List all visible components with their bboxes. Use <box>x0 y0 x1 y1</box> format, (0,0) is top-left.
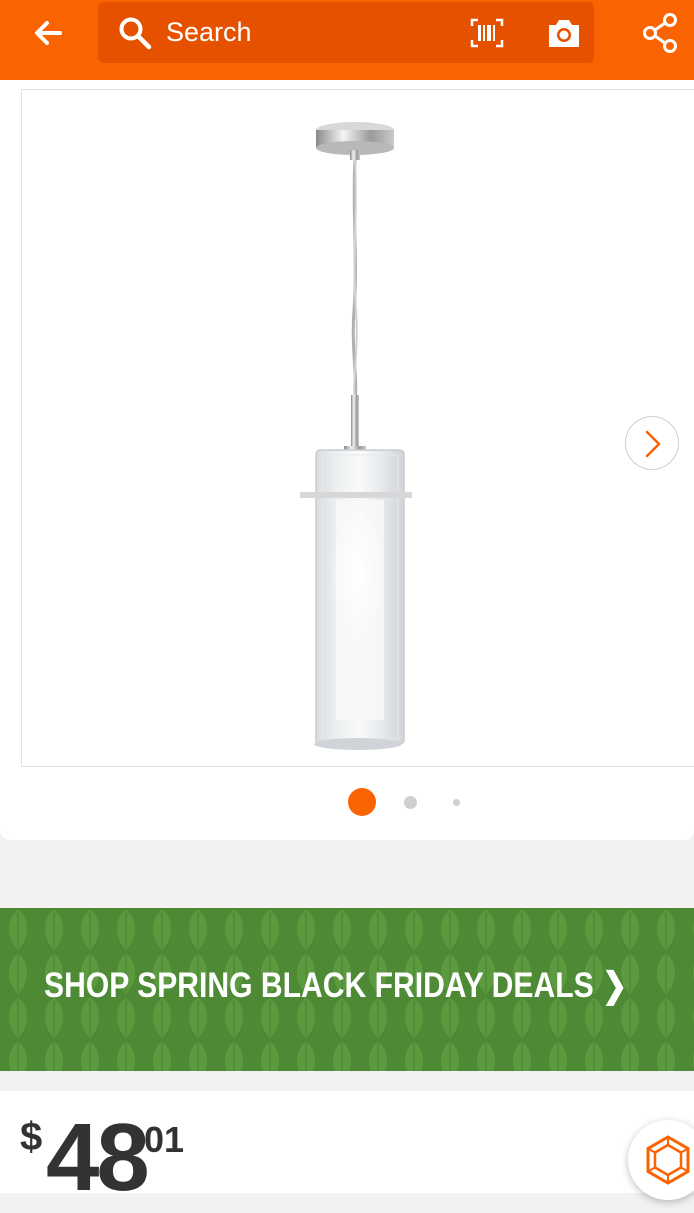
pagination-dot-active[interactable] <box>348 788 376 816</box>
pagination-dot[interactable] <box>453 799 460 806</box>
next-image-button[interactable] <box>625 416 679 470</box>
search-input[interactable] <box>166 12 436 52</box>
promo-banner-text: SHOP SPRING BLACK FRIDAY DEALS ❯ <box>44 966 628 1005</box>
price-cents: 01 <box>144 1119 185 1160</box>
price-dollars: 48 <box>46 1104 150 1211</box>
product-gallery <box>0 80 694 840</box>
share-icon <box>643 13 677 53</box>
top-app-bar <box>0 0 694 80</box>
barcode-scan-icon[interactable] <box>470 18 504 48</box>
gallery-pagination <box>0 788 694 818</box>
promo-banner[interactable]: SHOP SPRING BLACK FRIDAY DEALS ❯ <box>0 908 694 1071</box>
arrow-back-icon <box>35 21 62 45</box>
search-bar[interactable] <box>98 2 594 63</box>
product-image-frame[interactable] <box>21 89 694 767</box>
hexagon-assistant-icon <box>646 1135 690 1185</box>
back-button[interactable] <box>26 12 72 54</box>
chevron-right-icon <box>645 430 661 458</box>
product-image-pendant-light <box>300 122 412 750</box>
share-button[interactable] <box>638 10 684 56</box>
camera-icon[interactable] <box>546 16 582 50</box>
price-section: $ 48 01 <box>0 1091 694 1211</box>
pagination-dot[interactable] <box>404 796 417 809</box>
search-icon <box>119 17 152 50</box>
price-currency-symbol: $ <box>20 1115 43 1159</box>
